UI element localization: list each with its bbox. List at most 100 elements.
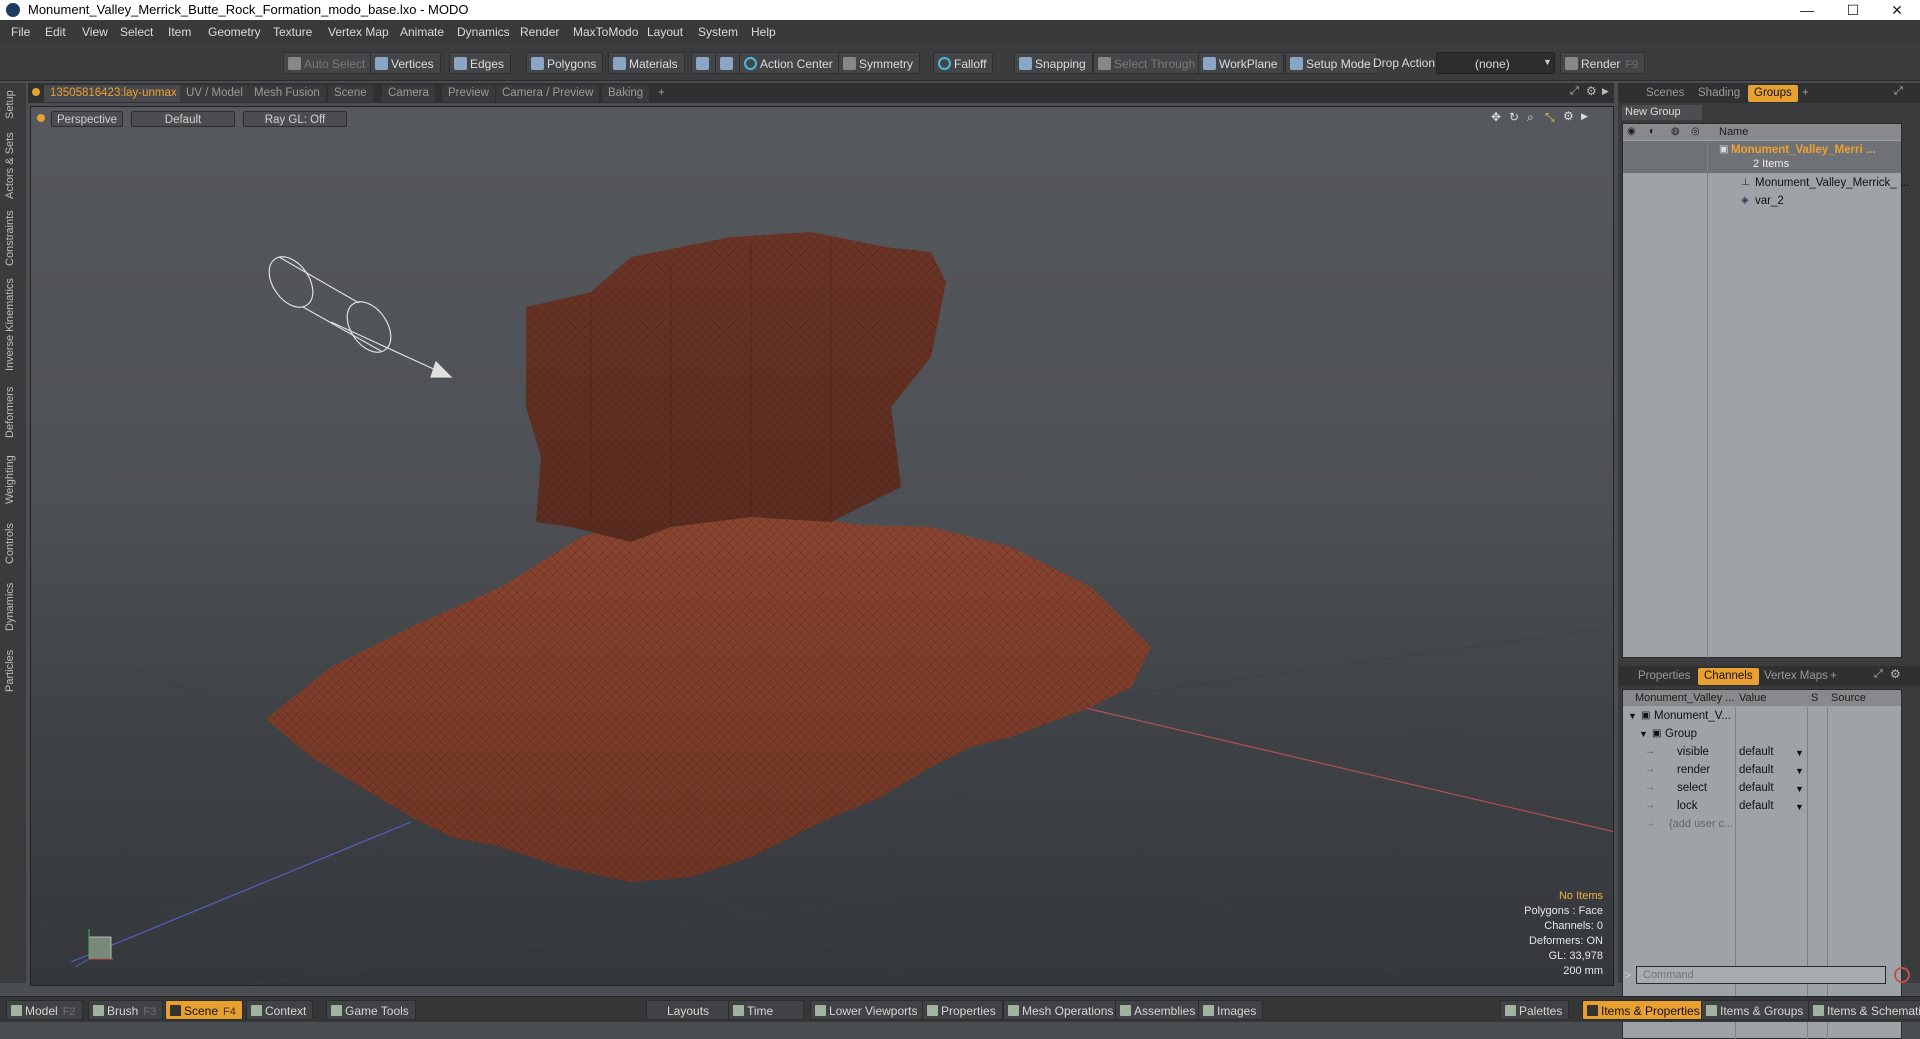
chevron-down-icon[interactable]: ▼ — [1795, 799, 1804, 815]
menu-animate[interactable]: Animate — [400, 25, 444, 39]
left-tab-deformers[interactable]: Deformers — [4, 383, 22, 441]
channel-row-lock[interactable]: → lock default ▼ — [1623, 797, 1901, 815]
tab-camera-preview[interactable]: Camera / Preview — [496, 85, 600, 102]
brush-layout-button[interactable]: Brush F3 — [88, 1000, 164, 1020]
scene-layout-button[interactable]: Scene F4 — [165, 1000, 243, 1020]
setup-mode-button[interactable]: Setup Mode — [1285, 52, 1378, 74]
menu-render[interactable]: Render — [520, 25, 559, 39]
record-icon[interactable] — [1894, 967, 1910, 983]
auto-select-button[interactable]: Auto Select — [283, 52, 373, 74]
properties-button[interactable]: Properties — [922, 1000, 1003, 1020]
menu-system[interactable]: System — [698, 25, 738, 39]
tab-camera[interactable]: Camera — [382, 85, 435, 102]
tab-lay-unmax[interactable]: 13505816423:lay-unmax — [44, 85, 183, 102]
context-layout-button[interactable]: Context — [246, 1000, 314, 1020]
chevron-down-icon[interactable]: ▼ — [1795, 781, 1804, 797]
add-tab-button[interactable]: + — [652, 85, 671, 102]
groups-expand-icon[interactable]: ⤢ — [1894, 85, 1903, 98]
layouts-button[interactable]: Layouts — [646, 1000, 731, 1020]
add-user-channel-row[interactable]: → {add user c... — [1623, 815, 1901, 833]
channel-item-row[interactable]: ▼ ▣ Monument_V... — [1623, 707, 1901, 725]
left-tab-setup[interactable]: Setup — [4, 87, 22, 123]
items-properties-button[interactable]: Items & Properties — [1582, 1000, 1707, 1020]
tab-channels[interactable]: Channels — [1698, 668, 1759, 685]
tab-scene[interactable]: Scene — [328, 85, 373, 102]
menu-layout[interactable]: Layout — [647, 25, 683, 39]
images-button[interactable]: Images — [1198, 1000, 1264, 1020]
maximize-button[interactable]: ☐ — [1830, 0, 1876, 20]
left-tab-actors-sets[interactable]: Actors & Sets — [4, 132, 22, 199]
game-tools-button[interactable]: Game Tools — [326, 1000, 416, 1020]
snapping-button[interactable]: Snapping — [1014, 52, 1093, 74]
gear-icon[interactable]: ⚙ — [1586, 84, 1597, 98]
palettes-button[interactable]: Palettes — [1500, 1000, 1570, 1020]
expand-arrow-icon[interactable]: ▼ — [1628, 708, 1637, 724]
expand-arrow-icon[interactable]: ▼ — [1639, 726, 1648, 742]
expand-icon[interactable]: ⤢ — [1570, 85, 1579, 98]
symmetry-button[interactable]: Symmetry — [838, 52, 920, 74]
falloff-button[interactable]: Falloff — [933, 52, 994, 74]
render-button[interactable]: Render F9 — [1560, 52, 1646, 74]
new-group-button[interactable]: New Group — [1622, 105, 1702, 120]
channel-group-row[interactable]: ▼ ▣ Group — [1623, 725, 1901, 743]
3d-viewport[interactable]: Perspective Default Ray GL: Off ✥ ↻ ⌕ ⤡ … — [30, 106, 1614, 986]
menu-texture[interactable]: Texture — [273, 25, 312, 39]
menu-maxtomodo[interactable]: MaxToModo — [573, 25, 638, 39]
snap-toggle-button[interactable] — [691, 52, 717, 74]
workplane-button[interactable]: WorkPlane — [1198, 52, 1285, 74]
left-tab-controls[interactable]: Controls — [4, 519, 22, 569]
left-tab-weighting[interactable]: Weighting — [4, 451, 22, 509]
group-child-var2[interactable]: ◈ var_2 — [1623, 192, 1901, 210]
left-tab-constraints[interactable]: Constraints — [4, 209, 22, 267]
items-schematic-button[interactable]: Items & Schematic — [1808, 1000, 1920, 1020]
channels-expand-icon[interactable]: ⤢ — [1874, 668, 1883, 681]
group-child-mesh[interactable]: ⊥ Monument_Valley_Merrick_ ... — [1623, 174, 1909, 192]
tab-groups[interactable]: Groups — [1748, 85, 1798, 102]
drop-action-select[interactable]: (none) ▼ — [1436, 52, 1555, 74]
chevron-down-icon[interactable]: ▼ — [1795, 763, 1804, 779]
polygons-button[interactable]: Polygons — [526, 52, 604, 74]
action-center-button[interactable]: Action Center — [739, 52, 840, 74]
menu-view[interactable]: View — [82, 25, 108, 39]
channels-gear-icon[interactable]: ⚙ — [1890, 667, 1901, 681]
time-button[interactable]: Time — [728, 1000, 804, 1020]
snap-toggle-button-2[interactable] — [715, 52, 741, 74]
tab-preview[interactable]: Preview — [442, 85, 495, 102]
channel-row-select[interactable]: → select default ▼ — [1623, 779, 1901, 797]
tab-shading[interactable]: Shading — [1692, 85, 1746, 102]
edges-button[interactable]: Edges — [449, 52, 512, 74]
tab-mesh-fusion[interactable]: Mesh Fusion — [248, 85, 326, 102]
vertices-button[interactable]: Vertices — [370, 52, 441, 74]
assemblies-button[interactable]: Assemblies — [1115, 1000, 1203, 1020]
add-groups-tab[interactable]: + — [1796, 85, 1815, 102]
minimize-button[interactable]: — — [1784, 0, 1830, 20]
channel-row-render[interactable]: → render default ▼ — [1623, 761, 1901, 779]
menu-dynamics[interactable]: Dynamics — [457, 25, 510, 39]
tab-scenes[interactable]: Scenes — [1640, 85, 1690, 102]
close-button[interactable]: ✕ — [1874, 0, 1920, 20]
left-tab-dynamics[interactable]: Dynamics — [4, 579, 22, 635]
tab-uv-model[interactable]: UV / Model — [180, 85, 249, 102]
menu-file[interactable]: File — [11, 25, 30, 39]
chevron-down-icon[interactable]: ▼ — [1795, 745, 1804, 761]
items-groups-button[interactable]: Items & Groups — [1701, 1000, 1811, 1020]
group-row[interactable]: Monument_Valley_Merri ... 2 Items ▣ — [1623, 141, 1901, 173]
materials-button[interactable]: Materials — [608, 52, 685, 74]
add-channels-tab[interactable]: + — [1824, 668, 1843, 685]
tab-vertex-maps[interactable]: Vertex Maps — [1758, 668, 1834, 685]
menu-edit[interactable]: Edit — [45, 25, 66, 39]
model-layout-button[interactable]: Model F2 — [6, 1000, 83, 1020]
tab-baking[interactable]: Baking — [602, 85, 650, 102]
left-tab-inverse-kinematics[interactable]: Inverse Kinematics — [4, 277, 22, 373]
tab-properties[interactable]: Properties — [1632, 668, 1696, 685]
menu-vertex-map[interactable]: Vertex Map — [328, 25, 389, 39]
menu-select[interactable]: Select — [120, 25, 153, 39]
mesh-operations-button[interactable]: Mesh Operations — [1003, 1000, 1121, 1020]
channel-row-visible[interactable]: → visible default ▼ — [1623, 743, 1901, 761]
menu-item[interactable]: Item — [168, 25, 191, 39]
left-tab-particles[interactable]: Particles — [4, 643, 22, 699]
tab-menu-arrow-icon[interactable]: ▶ — [1602, 86, 1609, 97]
menu-geometry[interactable]: Geometry — [208, 25, 261, 39]
command-input[interactable] — [1636, 966, 1886, 984]
menu-help[interactable]: Help — [751, 25, 776, 39]
